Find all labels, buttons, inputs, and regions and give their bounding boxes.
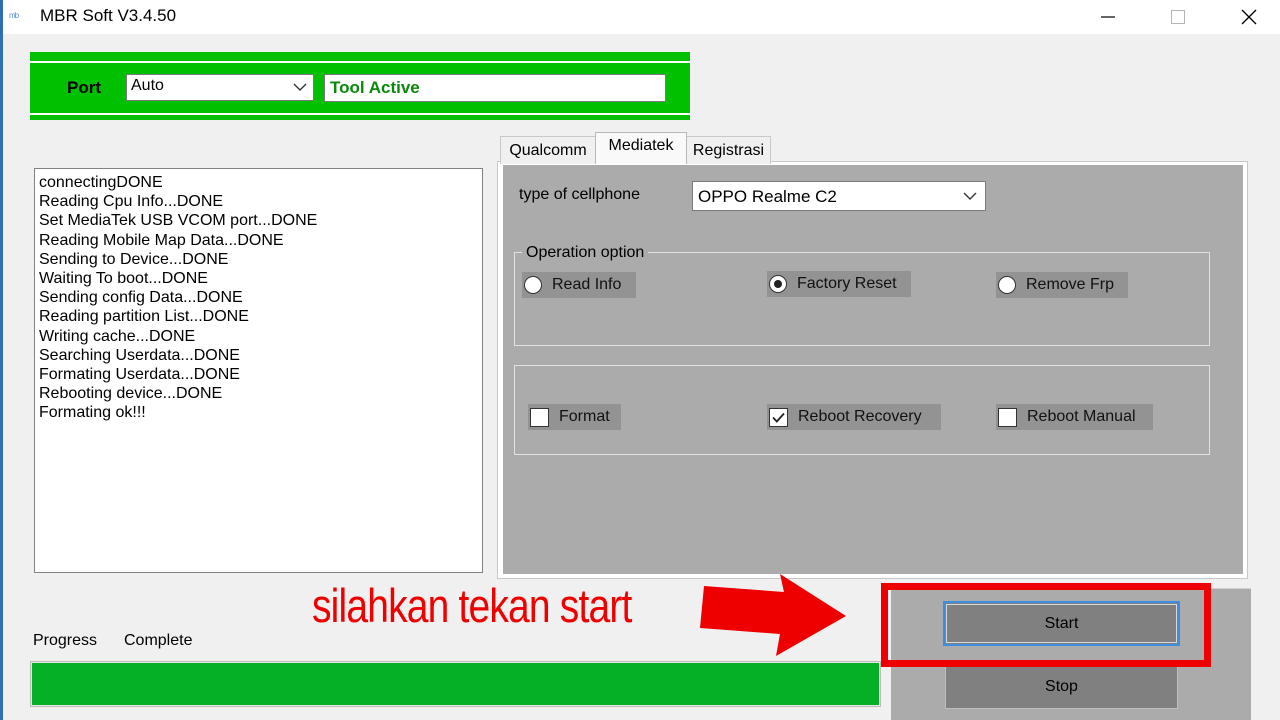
log-line: Writing cache...DONE bbox=[39, 327, 196, 345]
app-logo-icon: mb bbox=[9, 11, 19, 20]
radio-label: Remove Frp bbox=[1026, 276, 1115, 293]
tab-qualcomm[interactable]: Qualcomm bbox=[500, 136, 596, 164]
panel-divider bbox=[30, 113, 690, 115]
annotation-text: silahkan tekan start bbox=[312, 579, 632, 632]
checkmark-icon bbox=[772, 412, 785, 423]
radio-label: Read Info bbox=[552, 276, 622, 293]
maximize-icon bbox=[1171, 10, 1185, 24]
window-border bbox=[0, 0, 3, 720]
tool-status-field: Tool Active bbox=[324, 74, 666, 102]
close-icon bbox=[1241, 9, 1257, 25]
radio-factory-reset[interactable]: Factory Reset bbox=[767, 271, 911, 297]
log-line: Reading Mobile Map Data...DONE bbox=[39, 231, 284, 249]
checkbox-reboot-manual[interactable]: Reboot Manual bbox=[996, 404, 1153, 430]
progress-status: Complete bbox=[124, 632, 193, 649]
annotation-highlight-frame bbox=[881, 583, 1211, 667]
minimize-button[interactable] bbox=[1085, 0, 1131, 34]
operation-option-group bbox=[514, 252, 1210, 346]
maximize-button[interactable] bbox=[1155, 0, 1201, 34]
red-arrow-icon bbox=[700, 574, 846, 656]
cellphone-type-value: OPPO Realme C2 bbox=[698, 187, 837, 206]
checkbox-label: Reboot Manual bbox=[1027, 408, 1136, 425]
log-line: Sending config Data...DONE bbox=[39, 289, 243, 307]
log-line: connectingDONE bbox=[39, 174, 163, 191]
minimize-icon bbox=[1101, 16, 1115, 18]
log-line: Reading partition List...DONE bbox=[39, 308, 249, 326]
log-line: Searching Userdata...DONE bbox=[39, 346, 240, 364]
tab-mediatek[interactable]: Mediatek bbox=[595, 132, 687, 163]
progress-label: Progress bbox=[33, 632, 98, 649]
radio-label: Factory Reset bbox=[797, 275, 897, 292]
progress-bar-fill bbox=[32, 663, 879, 705]
cellphone-type-select[interactable]: OPPO Realme C2 bbox=[692, 181, 986, 211]
port-value: Auto bbox=[131, 77, 164, 94]
port-select[interactable]: Auto bbox=[126, 74, 314, 101]
checkbox-checked-icon bbox=[769, 407, 788, 427]
tab-registrasi[interactable]: Registrasi bbox=[686, 136, 771, 164]
radio-button-icon bbox=[524, 276, 542, 294]
radio-button-icon bbox=[998, 276, 1016, 294]
close-button[interactable] bbox=[1226, 0, 1272, 34]
checkbox-label: Reboot Recovery bbox=[798, 408, 922, 425]
log-output[interactable]: connectingDONE Reading Cpu Info...DONE S… bbox=[34, 168, 483, 573]
progress-bar bbox=[30, 661, 881, 707]
log-line: Formating ok!!! bbox=[39, 404, 146, 422]
chevron-down-icon bbox=[293, 83, 307, 91]
operation-option-legend: Operation option bbox=[522, 244, 649, 262]
checkbox-icon bbox=[530, 407, 549, 427]
window-title: MBR Soft V3.4.50 bbox=[40, 6, 177, 25]
checkbox-label: Format bbox=[559, 408, 610, 425]
log-line: Formating Userdata...DONE bbox=[39, 366, 240, 384]
checkbox-reboot-recovery[interactable]: Reboot Recovery bbox=[767, 404, 941, 430]
log-line: Sending to Device...DONE bbox=[39, 250, 229, 268]
stop-button[interactable]: Stop bbox=[945, 665, 1178, 709]
log-line: Waiting To boot...DONE bbox=[39, 270, 208, 288]
panel-divider bbox=[30, 61, 690, 63]
checkbox-icon bbox=[998, 407, 1017, 427]
chevron-down-icon bbox=[963, 192, 977, 200]
cellphone-type-label: type of cellphone bbox=[519, 186, 640, 203]
log-line: Rebooting device...DONE bbox=[39, 385, 223, 403]
log-line: Reading Cpu Info...DONE bbox=[39, 193, 224, 211]
port-label: Port bbox=[67, 78, 101, 97]
radio-read-info[interactable]: Read Info bbox=[522, 272, 636, 298]
checkbox-format[interactable]: Format bbox=[528, 404, 621, 430]
radio-remove-frp[interactable]: Remove Frp bbox=[996, 272, 1128, 298]
log-line: Set MediaTek USB VCOM port...DONE bbox=[39, 212, 318, 230]
radio-button-selected-icon bbox=[769, 275, 787, 293]
